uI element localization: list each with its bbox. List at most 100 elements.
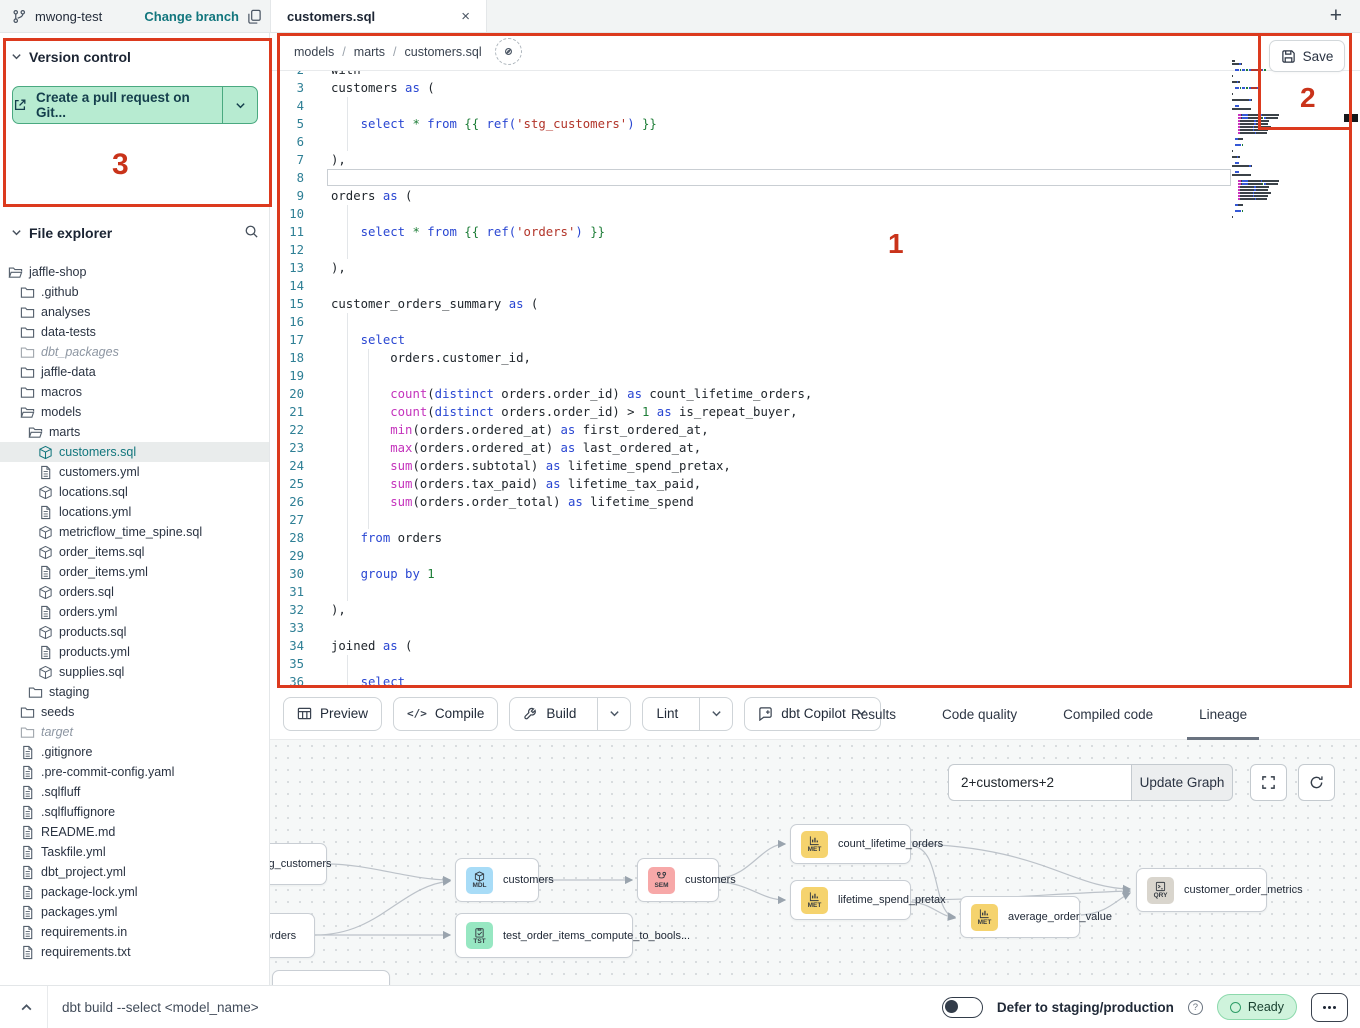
- tree-file-orders.yml[interactable]: orders.yml: [0, 602, 269, 622]
- tab-close-icon[interactable]: ×: [461, 9, 470, 24]
- code-line-14[interactable]: 14: [270, 277, 1235, 295]
- code-line-12[interactable]: 12: [270, 241, 1235, 259]
- code-line-18[interactable]: 18 orders.customer_id,: [270, 349, 1235, 367]
- tree-file-locations.sql[interactable]: locations.sql: [0, 482, 269, 502]
- code-line-31[interactable]: 31: [270, 583, 1235, 601]
- lineage-node-test_bools[interactable]: TSTtest_order_items_compute_to_bools...: [455, 913, 633, 958]
- code-line-27[interactable]: 27: [270, 511, 1235, 529]
- code-line-10[interactable]: 10: [270, 205, 1235, 223]
- code-line-35[interactable]: 35: [270, 655, 1235, 673]
- tree-folder-marts[interactable]: marts: [0, 422, 269, 442]
- lineage-node-average_order_value[interactable]: METaverage_order_value: [960, 896, 1080, 938]
- chevron-up-icon[interactable]: [20, 1001, 33, 1014]
- tab-compiled-code[interactable]: Compiled code: [1057, 688, 1159, 740]
- tree-file-products.yml[interactable]: products.yml: [0, 642, 269, 662]
- tree-file-order_items.yml[interactable]: order_items.yml: [0, 562, 269, 582]
- tree-folder-models[interactable]: models: [0, 402, 269, 422]
- code-line-22[interactable]: 22 min(orders.ordered_at) as first_order…: [270, 421, 1235, 439]
- code-line-6[interactable]: 6: [270, 133, 1235, 151]
- tree-folder-dbt_packages[interactable]: dbt_packages: [0, 342, 269, 362]
- tree-file-requirements.txt[interactable]: requirements.txt: [0, 942, 269, 962]
- help-icon[interactable]: ?: [1188, 1000, 1203, 1015]
- code-line-23[interactable]: 23 max(orders.ordered_at) as last_ordere…: [270, 439, 1235, 457]
- build-button[interactable]: Build: [510, 698, 589, 730]
- tree-folder-target[interactable]: target: [0, 722, 269, 742]
- code-line-9[interactable]: 9orders as (: [270, 187, 1235, 205]
- tree-file-products.sql[interactable]: products.sql: [0, 622, 269, 642]
- code-line-17[interactable]: 17 select: [270, 331, 1235, 349]
- code-line-7[interactable]: 7),: [270, 151, 1235, 169]
- fullscreen-button[interactable]: [1250, 764, 1287, 801]
- tree-file-order_items.sql[interactable]: order_items.sql: [0, 542, 269, 562]
- tree-folder-.github[interactable]: .github: [0, 282, 269, 302]
- code-line-29[interactable]: 29: [270, 547, 1235, 565]
- tab-code-quality[interactable]: Code quality: [936, 688, 1023, 740]
- lineage-node-stg_customers[interactable]: stg_customers: [270, 843, 327, 885]
- lineage-node-orders[interactable]: orders: [270, 913, 315, 958]
- lineage-node-customers_mdl[interactable]: MDLcustomers: [455, 858, 539, 902]
- code-line-36[interactable]: 36 select: [270, 673, 1235, 688]
- code-line-5[interactable]: 5 select * from {{ ref('stg_customers') …: [270, 115, 1235, 133]
- tab-results[interactable]: Results: [845, 688, 902, 740]
- code-line-8[interactable]: 8: [270, 169, 1235, 187]
- code-line-3[interactable]: 3customers as (: [270, 79, 1235, 97]
- tree-folder-seeds[interactable]: seeds: [0, 702, 269, 722]
- lineage-node-partial[interactable]: [272, 970, 390, 985]
- tree-file-orders.sql[interactable]: orders.sql: [0, 582, 269, 602]
- tree-file-customers.sql[interactable]: customers.sql: [0, 442, 269, 462]
- tree-folder-analyses[interactable]: analyses: [0, 302, 269, 322]
- code-line-32[interactable]: 32),: [270, 601, 1235, 619]
- tree-file-packages.yml[interactable]: packages.yml: [0, 902, 269, 922]
- update-graph-button[interactable]: Update Graph: [1131, 764, 1233, 801]
- tree-folder-data-tests[interactable]: data-tests: [0, 322, 269, 342]
- breadcrumb-marts[interactable]: marts: [354, 45, 385, 59]
- refresh-button[interactable]: [1298, 764, 1335, 801]
- status-badge[interactable]: Ready: [1217, 994, 1297, 1020]
- tree-file-README.md[interactable]: README.md: [0, 822, 269, 842]
- lint-dropdown-chevron[interactable]: [699, 698, 732, 730]
- code-line-25[interactable]: 25 sum(orders.tax_paid) as lifetime_tax_…: [270, 475, 1235, 493]
- tab-lineage[interactable]: Lineage: [1193, 688, 1253, 740]
- tree-file-supplies.sql[interactable]: supplies.sql: [0, 662, 269, 682]
- create-pull-request-button[interactable]: Create a pull request on Git...: [12, 86, 258, 124]
- breadcrumb-models[interactable]: models: [294, 45, 334, 59]
- tree-file-.gitignore[interactable]: .gitignore: [0, 742, 269, 762]
- code-line-28[interactable]: 28 from orders: [270, 529, 1235, 547]
- code-line-11[interactable]: 11 select * from {{ ref('orders') }}: [270, 223, 1235, 241]
- code-line-19[interactable]: 19: [270, 367, 1235, 385]
- search-icon[interactable]: [244, 224, 259, 242]
- tree-file-package-lock.yml[interactable]: package-lock.yml: [0, 882, 269, 902]
- new-tab-button[interactable]: +: [1330, 4, 1342, 28]
- code-line-2[interactable]: 2with: [270, 71, 1235, 79]
- tree-file-dbt_project.yml[interactable]: dbt_project.yml: [0, 862, 269, 882]
- scrollbar-thumb[interactable]: [1344, 114, 1358, 122]
- defer-toggle[interactable]: [942, 997, 983, 1018]
- code-line-24[interactable]: 24 sum(orders.subtotal) as lifetime_spen…: [270, 457, 1235, 475]
- version-control-header[interactable]: Version control: [11, 49, 131, 65]
- tree-file-.sqlfluffignore[interactable]: .sqlfluffignore: [0, 802, 269, 822]
- code-line-21[interactable]: 21 count(distinct orders.order_id) > 1 a…: [270, 403, 1235, 421]
- lineage-filter-input[interactable]: [948, 764, 1131, 801]
- copilot-icon[interactable]: [495, 38, 522, 65]
- tree-folder-jaffle-shop[interactable]: jaffle-shop: [0, 262, 269, 282]
- tree-file-.sqlfluff[interactable]: .sqlfluff: [0, 782, 269, 802]
- tree-folder-macros[interactable]: macros: [0, 382, 269, 402]
- create-pull-request-main[interactable]: Create a pull request on Git...: [13, 87, 222, 123]
- change-branch-link[interactable]: Change branch: [144, 9, 239, 24]
- editor-tab-customers-sql[interactable]: customers.sql ×: [270, 0, 487, 32]
- code-line-26[interactable]: 26 sum(orders.order_total) as lifetime_s…: [270, 493, 1235, 511]
- code-line-4[interactable]: 4: [270, 97, 1235, 115]
- tree-file-metricflow_time_spine.sql[interactable]: metricflow_time_spine.sql: [0, 522, 269, 542]
- code-line-15[interactable]: 15customer_orders_summary as (: [270, 295, 1235, 313]
- code-line-13[interactable]: 13),: [270, 259, 1235, 277]
- pull-request-dropdown-chevron[interactable]: [222, 87, 257, 123]
- tree-folder-jaffle-data[interactable]: jaffle-data: [0, 362, 269, 382]
- more-options-button[interactable]: [1311, 993, 1348, 1022]
- code-line-16[interactable]: 16: [270, 313, 1235, 331]
- tree-file-Taskfile.yml[interactable]: Taskfile.yml: [0, 842, 269, 862]
- breadcrumb-file[interactable]: customers.sql: [405, 45, 482, 59]
- lint-button[interactable]: Lint: [643, 698, 691, 730]
- compile-button[interactable]: </> Compile: [393, 697, 498, 731]
- lineage-node-customer_order_metrics[interactable]: QRYcustomer_order_metrics: [1136, 868, 1267, 912]
- tree-file-customers.yml[interactable]: customers.yml: [0, 462, 269, 482]
